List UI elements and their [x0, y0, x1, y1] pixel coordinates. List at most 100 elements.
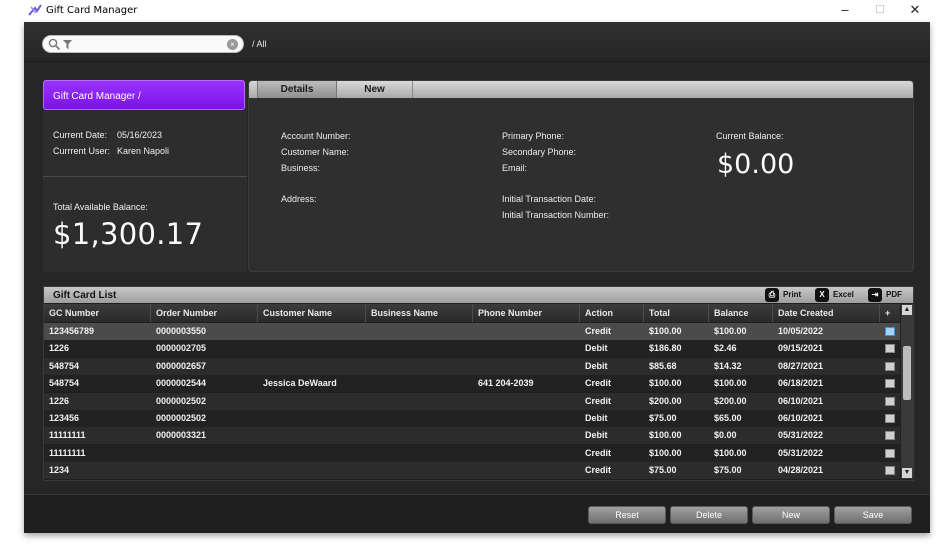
cell-date-created: 05/31/2022: [778, 430, 824, 441]
cell-phone-number: [473, 340, 478, 357]
close-button[interactable]: ✕: [900, 2, 930, 20]
cell-date-created: 05/31/2022: [778, 447, 824, 458]
search-input[interactable]: [73, 37, 223, 51]
table-row[interactable]: 1226 0000002502 Credit $200.00 $200.00 06/10/…: [44, 392, 900, 410]
row-checkbox[interactable]: [885, 414, 895, 423]
table-row[interactable]: 11111111 Credit $100.00 $100.00 05/31/2022: [44, 444, 900, 462]
cell-action: Credit: [585, 395, 612, 406]
scroll-thumb[interactable]: [903, 346, 911, 400]
cell-balance: $75.00: [714, 465, 742, 476]
divider: [43, 176, 247, 177]
list-title: Gift Card List: [53, 290, 117, 301]
cell-gc-number: 11111111: [49, 430, 86, 441]
breadcrumb: / All: [252, 39, 267, 49]
scroll-up-icon[interactable]: ▲: [902, 305, 912, 315]
cell-customer-name: [258, 427, 263, 444]
cell-total: $75.00: [649, 465, 677, 476]
cell-order-number: 0000003321: [156, 430, 207, 441]
cell-action: Debit: [585, 413, 608, 423]
cell-date-created: 10/05/2022: [778, 326, 824, 336]
cell-total: $200.00: [649, 395, 682, 406]
pdf-label: PDF: [886, 290, 902, 299]
printer-icon: ⎙: [765, 288, 779, 302]
row-checkbox[interactable]: [885, 379, 895, 389]
account-number-label: Account Number:: [281, 131, 351, 141]
primary-phone-label: Primary Phone:: [502, 131, 565, 141]
excel-button[interactable]: X Excel: [815, 288, 854, 302]
cell-action: Debit: [585, 343, 608, 354]
tab-details[interactable]: Details: [257, 81, 337, 98]
save-button[interactable]: Save: [834, 506, 912, 524]
gift-card-list-panel: Gift Card List ⎙ Print X Excel ⇥ PDF GC Num…: [43, 286, 914, 481]
col-order-number[interactable]: Order Number: [151, 304, 258, 322]
cell-balance: $100.00: [714, 447, 747, 458]
cell-order-number: [151, 462, 156, 479]
col-customer-name[interactable]: Customer Name: [258, 304, 366, 322]
col-action[interactable]: Action: [580, 304, 644, 322]
cell-gc-number: 1226: [49, 343, 70, 354]
col-business-name[interactable]: Business Name: [366, 304, 473, 322]
table-row[interactable]: 123456789 0000003550 Credit $100.00 $100.00 1…: [44, 323, 900, 340]
cell-balance: $100.00: [714, 378, 747, 389]
scroll-down-icon[interactable]: ▼: [902, 468, 912, 478]
cell-order-number: 0000003550: [156, 326, 207, 336]
table-row[interactable]: 1234 Credit $75.00 $75.00 04/28/2021: [44, 462, 900, 480]
vertical-scrollbar[interactable]: ▲ ▼: [901, 304, 913, 479]
cell-phone-number: [473, 445, 478, 462]
cell-action: Credit: [585, 326, 612, 336]
row-checkbox[interactable]: [885, 396, 895, 406]
new-button[interactable]: New: [752, 506, 830, 524]
cell-date-created: 08/27/2021: [778, 360, 824, 371]
col-gc-number[interactable]: GC Number: [44, 304, 151, 322]
cell-phone-number: [473, 427, 478, 444]
cell-phone-number: [473, 410, 478, 427]
cell-gc-number: 548754: [49, 378, 80, 389]
row-checkbox[interactable]: [885, 431, 895, 441]
filter-icon[interactable]: [63, 40, 72, 49]
cell-date-created: 09/15/2021: [778, 343, 824, 354]
col-phone-number[interactable]: Phone Number: [473, 304, 580, 322]
row-checkbox[interactable]: [885, 344, 895, 354]
minimize-button[interactable]: –: [830, 2, 860, 20]
current-user-value: Karen Napoli: [117, 146, 170, 156]
search-box[interactable]: ×: [42, 35, 244, 53]
cell-total: $100.00: [649, 447, 682, 458]
address-label: Address:: [281, 194, 317, 204]
col-balance[interactable]: Balance: [709, 304, 773, 322]
details-panel: Details New Account Number: Customer Nam…: [248, 80, 914, 272]
row-checkbox[interactable]: [885, 361, 895, 371]
cell-business-name: [366, 410, 371, 427]
current-date-value: 05/16/2023: [117, 130, 163, 140]
table-row[interactable]: 548754 0000002657 Debit $85.68 $14.32 08/27/2…: [44, 357, 900, 375]
cell-balance: $100.00: [714, 326, 747, 336]
table-row[interactable]: 548754 0000002544 Jessica DeWaard 641 204-2…: [44, 375, 900, 393]
cell-action: Credit: [585, 465, 612, 476]
cell-gc-number: 548754: [49, 360, 80, 371]
table-row[interactable]: 1226 0000002705 Debit $186.80 $2.46 09/15/202…: [44, 340, 900, 358]
cell-balance: $65.00: [714, 413, 742, 423]
cell-order-number: 0000002705: [156, 343, 207, 354]
module-button[interactable]: Gift Card Manager /: [43, 80, 245, 110]
cell-order-number: [151, 445, 156, 462]
clear-search-icon[interactable]: ×: [227, 39, 238, 50]
cell-balance: $14.32: [714, 360, 742, 371]
table-row[interactable]: 11111111 0000003321 Debit $100.00 $0.00 05/31…: [44, 427, 900, 445]
pdf-button[interactable]: ⇥ PDF: [868, 288, 902, 302]
print-button[interactable]: ⎙ Print: [765, 288, 801, 302]
cell-business-name: [366, 462, 371, 479]
col-total[interactable]: Total: [644, 304, 709, 322]
tab-new[interactable]: New: [337, 81, 413, 98]
print-label: Print: [783, 290, 802, 299]
title-bar: Gift Card Manager – ☐ ✕: [0, 0, 950, 22]
reset-button[interactable]: Reset: [588, 506, 666, 524]
row-checkbox[interactable]: [885, 466, 895, 476]
add-column-button[interactable]: +: [880, 304, 900, 322]
col-date-created[interactable]: Date Created: [773, 304, 880, 322]
maximize-button[interactable]: ☐: [865, 2, 895, 20]
delete-button[interactable]: Delete: [670, 506, 748, 524]
cell-action: Credit: [585, 378, 612, 389]
row-checkbox[interactable]: [885, 327, 895, 336]
cell-date-created: 04/28/2021: [778, 465, 824, 476]
table-row[interactable]: 123456 0000002502 Debit $75.00 $65.00 06/10/2…: [44, 410, 900, 427]
row-checkbox[interactable]: [885, 448, 895, 458]
